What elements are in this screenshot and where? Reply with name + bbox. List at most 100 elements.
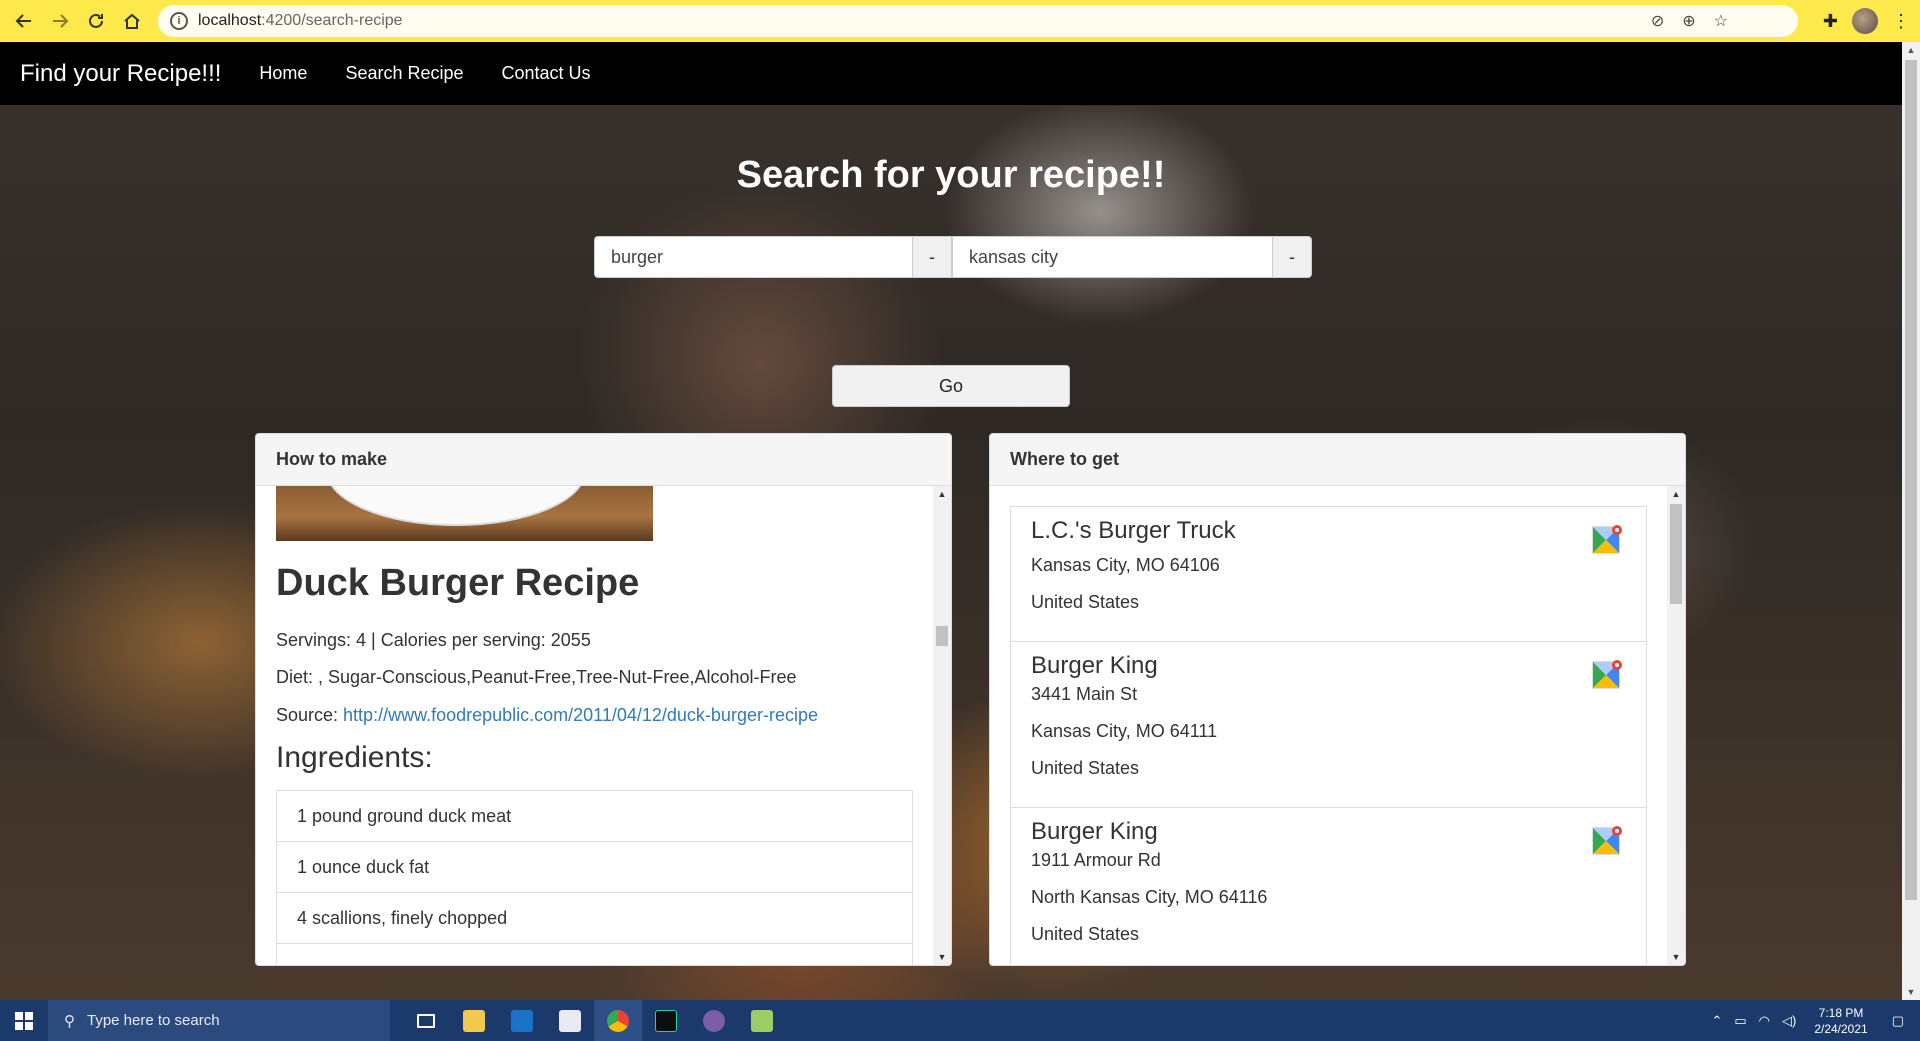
url-host: localhost bbox=[198, 12, 262, 29]
profile-avatar[interactable] bbox=[1852, 8, 1878, 34]
recipe-search-input[interactable] bbox=[594, 236, 912, 278]
scroll-up-icon[interactable]: ▲ bbox=[933, 486, 951, 502]
location-search-input[interactable] bbox=[952, 236, 1272, 278]
store-icon[interactable] bbox=[546, 1000, 594, 1041]
battery-icon[interactable]: ▭ bbox=[1734, 1013, 1746, 1029]
google-maps-icon[interactable] bbox=[1592, 658, 1624, 690]
search-row: - - bbox=[594, 236, 1312, 278]
panel-heading: How to make bbox=[256, 434, 951, 486]
system-tray: ⌃ ▭ ◠ ◁) 7:18 PM 2/24/2021 ▢ bbox=[1705, 1000, 1920, 1041]
blocked-icon[interactable]: ⊘ bbox=[1651, 11, 1664, 31]
ingredients-title: Ingredients: bbox=[276, 741, 433, 774]
scroll-thumb[interactable] bbox=[1670, 504, 1682, 604]
scroll-thumb[interactable] bbox=[1905, 60, 1917, 900]
search-icon: ⚲ bbox=[64, 1012, 75, 1030]
ingredient-item bbox=[276, 943, 913, 965]
scroll-up-icon[interactable]: ▲ bbox=[1667, 486, 1685, 502]
taskbar-search[interactable]: ⚲ Type here to search bbox=[48, 1000, 390, 1041]
google-maps-icon[interactable] bbox=[1592, 824, 1624, 856]
notifications-icon[interactable]: ▢ bbox=[1892, 1013, 1904, 1029]
app-icon[interactable] bbox=[690, 1000, 738, 1041]
taskbar: ⚲ Type here to search ⌃ ▭ ◠ ◁) 7:18 PM 2… bbox=[0, 1000, 1920, 1041]
diet-line: Diet: , Sugar-Conscious,Peanut-Free,Tree… bbox=[276, 667, 797, 687]
ingredient-item: 4 scallions, finely chopped bbox=[276, 892, 913, 944]
page-scrollbar[interactable]: ▲ ▼ bbox=[1902, 42, 1920, 1000]
clock-time: 7:18 PM bbox=[1818, 1005, 1864, 1020]
store-list: L.C.'s Burger Truck Kansas City, MO 6410… bbox=[1010, 506, 1647, 965]
source-link[interactable]: http://www.foodrepublic.com/2011/04/12/d… bbox=[343, 705, 818, 725]
page-title: Search for your recipe!! bbox=[736, 154, 1166, 196]
notepad-icon[interactable] bbox=[738, 1000, 786, 1041]
bookmark-star-icon[interactable]: ☆ bbox=[1714, 11, 1728, 31]
store-address-line: United States bbox=[1031, 592, 1140, 612]
store-name: L.C.'s Burger Truck bbox=[1031, 517, 1236, 544]
store-name: Burger King bbox=[1031, 818, 1158, 845]
webstorm-icon[interactable] bbox=[642, 1000, 690, 1041]
back-icon[interactable] bbox=[6, 3, 42, 39]
location-input-group: - bbox=[952, 236, 1312, 278]
ingredients-list: 1 pound ground duck meat 1 ounce duck fa… bbox=[276, 790, 913, 965]
taskbar-search-placeholder: Type here to search bbox=[87, 1012, 220, 1029]
page-viewport: Find your Recipe!!! Home Search Recipe C… bbox=[0, 42, 1902, 1000]
scroll-down-icon[interactable]: ▼ bbox=[1667, 949, 1685, 965]
store-item: Burger King 1911 Armour Rd North Kansas … bbox=[1010, 807, 1647, 965]
scroll-thumb[interactable] bbox=[936, 626, 948, 646]
extensions-icon[interactable]: ✚ bbox=[1823, 11, 1838, 32]
windows-start-icon[interactable] bbox=[0, 1000, 48, 1041]
recipe-input-group: - bbox=[594, 236, 952, 278]
site-info-icon[interactable]: i bbox=[170, 12, 188, 30]
ingredient-item: 1 pound ground duck meat bbox=[276, 790, 913, 842]
store-address-line: United States bbox=[1031, 924, 1140, 944]
clear-recipe-button[interactable]: - bbox=[912, 236, 952, 278]
scroll-down-icon[interactable]: ▼ bbox=[1902, 984, 1920, 1000]
store-address-line: Kansas City, MO 64111 bbox=[1031, 721, 1218, 741]
nav-contact-us[interactable]: Contact Us bbox=[502, 63, 591, 84]
store-address-line: 3441 Main St bbox=[1031, 684, 1138, 704]
scroll-down-icon[interactable]: ▼ bbox=[933, 949, 951, 965]
how-to-make-panel: How to make Duck Burger Recipe Servings:… bbox=[255, 433, 952, 966]
nav-home[interactable]: Home bbox=[259, 63, 307, 84]
chrome-icon[interactable] bbox=[594, 1000, 642, 1041]
file-explorer-icon[interactable] bbox=[450, 1000, 498, 1041]
task-view-icon[interactable] bbox=[402, 1000, 450, 1041]
brand[interactable]: Find your Recipe!!! bbox=[20, 60, 221, 88]
address-bar[interactable]: i localhost:4200/search-recipe ⊘ ⊕ ☆ bbox=[158, 5, 1798, 37]
clock-date: 2/24/2021 bbox=[1814, 1021, 1868, 1036]
store-item: L.C.'s Burger Truck Kansas City, MO 6410… bbox=[1010, 506, 1647, 642]
recipe-body[interactable]: Duck Burger Recipe Servings: 4 | Calorie… bbox=[256, 486, 951, 965]
store-address-line: United States bbox=[1031, 758, 1140, 778]
where-to-get-panel: Where to get L.C.'s Burger Truck Kansas … bbox=[989, 433, 1686, 966]
volume-icon[interactable]: ◁) bbox=[1782, 1013, 1796, 1029]
clock[interactable]: 7:18 PM 2/24/2021 bbox=[1814, 1005, 1867, 1037]
recipe-image bbox=[276, 486, 653, 541]
recipe-title: Duck Burger Recipe bbox=[276, 562, 640, 604]
scroll-up-icon[interactable]: ▲ bbox=[1902, 42, 1920, 58]
menu-icon[interactable]: ⋮ bbox=[1892, 11, 1910, 32]
recipe-scrollbar[interactable]: ▲ ▼ bbox=[933, 486, 951, 965]
store-address-line: North Kansas City, MO 64116 bbox=[1031, 887, 1268, 907]
ingredient-item: 1 ounce duck fat bbox=[276, 841, 913, 893]
navbar: Find your Recipe!!! Home Search Recipe C… bbox=[0, 42, 1902, 106]
wifi-icon[interactable]: ◠ bbox=[1759, 1013, 1770, 1029]
browser-toolbar: i localhost:4200/search-recipe ⊘ ⊕ ☆ ✚ ⋮ bbox=[0, 0, 1920, 42]
outlook-icon[interactable] bbox=[498, 1000, 546, 1041]
store-name: Burger King bbox=[1031, 652, 1158, 679]
clear-location-button[interactable]: - bbox=[1272, 236, 1312, 278]
servings-line: Servings: 4 | Calories per serving: 2055 bbox=[276, 630, 591, 650]
zoom-icon[interactable]: ⊕ bbox=[1682, 11, 1695, 31]
google-maps-icon[interactable] bbox=[1592, 523, 1624, 555]
store-address-line: 1911 Armour Rd bbox=[1031, 850, 1161, 870]
source-label: Source: bbox=[276, 705, 344, 725]
nav-search-recipe[interactable]: Search Recipe bbox=[345, 63, 463, 84]
chevron-up-icon[interactable]: ⌃ bbox=[1711, 1013, 1722, 1029]
panel-heading: Where to get bbox=[990, 434, 1685, 486]
store-address-line: Kansas City, MO 64106 bbox=[1031, 555, 1220, 575]
forward-icon[interactable] bbox=[42, 3, 78, 39]
stores-scrollbar[interactable]: ▲ ▼ bbox=[1667, 486, 1685, 965]
home-icon[interactable] bbox=[114, 3, 150, 39]
source-line: Source: http://www.foodrepublic.com/2011… bbox=[276, 705, 818, 726]
reload-icon[interactable] bbox=[78, 3, 114, 39]
store-item: Burger King 3441 Main St Kansas City, MO… bbox=[1010, 641, 1647, 808]
go-button[interactable]: Go bbox=[832, 365, 1070, 407]
stores-body[interactable]: L.C.'s Burger Truck Kansas City, MO 6410… bbox=[990, 486, 1685, 965]
